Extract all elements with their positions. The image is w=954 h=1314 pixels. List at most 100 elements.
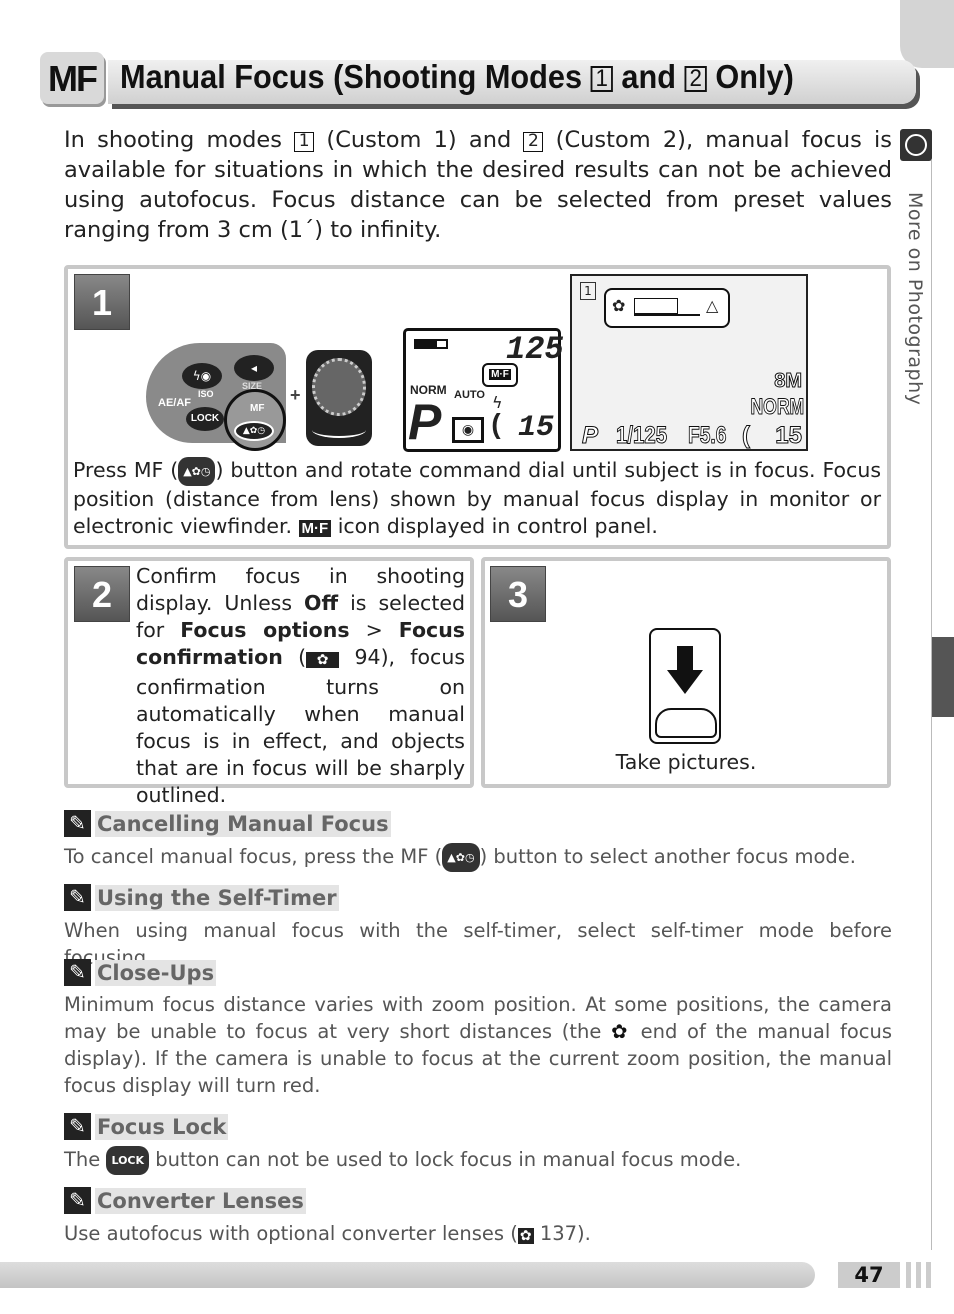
- text: (Custom 1) and: [314, 127, 524, 153]
- shutter: 1/125: [616, 422, 668, 450]
- macro-icon: ✿: [611, 1020, 631, 1043]
- text: ), focus confirmation turns on automatic…: [136, 645, 466, 807]
- mf-icon: M·F: [298, 520, 332, 537]
- text: Off: [304, 591, 339, 615]
- flash-button-icon: ϟ◉: [182, 363, 222, 389]
- text: (: [282, 645, 307, 669]
- pencil-icon: ✎: [64, 1113, 91, 1140]
- footer-stripe: [906, 1262, 911, 1288]
- text: button can not be used to lock focus in …: [149, 1148, 742, 1171]
- section-label: More on Photography: [904, 192, 926, 406]
- note-title: Using the Self-Timer: [95, 884, 339, 911]
- text: ) button to select another focus mode.: [479, 845, 856, 868]
- page-number: 47: [838, 1262, 900, 1288]
- frames-readout: 15: [518, 411, 555, 445]
- note-body: Minimum focus distance varies with zoom …: [64, 991, 892, 1099]
- macro-icon: ✿: [612, 296, 626, 315]
- note-title: Focus Lock: [95, 1113, 229, 1140]
- mountain-icon: △: [706, 296, 719, 315]
- section-circle-icon: [900, 129, 932, 161]
- flash-icon: ϟ: [492, 393, 503, 412]
- image-size: 8M: [774, 370, 803, 393]
- note-body: To cancel manual focus, press the MF (▲✿…: [64, 843, 892, 872]
- command-dial-icon: [306, 350, 372, 446]
- pencil-icon: ✎: [64, 1187, 91, 1214]
- battery-icon: [414, 339, 448, 349]
- note-self-timer: ✎ Using the Self-Timer: [64, 884, 339, 911]
- text: Focus options: [180, 618, 350, 642]
- pencil-icon: ✎: [64, 810, 91, 837]
- title-text: and: [612, 58, 685, 95]
- text: Press MF (: [73, 458, 179, 482]
- lock-button-icon: LOCK: [106, 1146, 150, 1175]
- mode-1-icon: 1: [294, 132, 315, 152]
- page-ref-icon: ✿: [306, 652, 340, 668]
- footer-stripe: [916, 1262, 921, 1288]
- mode-1-icon: 1: [590, 66, 613, 93]
- top-tab: [900, 0, 954, 68]
- text: icon displayed in control panel.: [331, 514, 658, 538]
- note-close-ups: ✎ Close-Ups: [64, 959, 217, 986]
- page-ref: 137: [539, 1222, 578, 1245]
- frames: 15: [775, 422, 803, 450]
- text: >: [349, 618, 399, 642]
- step-number: 1: [74, 274, 130, 330]
- note-cancelling: ✎ Cancelling Manual Focus: [64, 810, 391, 837]
- note-converter-lenses: ✎ Converter Lenses: [64, 1187, 306, 1214]
- text: Use autofocus with optional converter le…: [64, 1222, 518, 1245]
- note-body: Use autofocus with optional converter le…: [64, 1220, 892, 1250]
- note-title: Converter Lenses: [95, 1187, 306, 1214]
- control-panel-illustration: 125 M·F NORM AUTO ϟ P ◉ ( 15: [403, 328, 564, 452]
- step-3-text: Take pictures.: [615, 750, 757, 774]
- intro-paragraph: In shooting modes 1 (Custom 1) and 2 (Cu…: [64, 125, 892, 245]
- pencil-icon: ✎: [64, 959, 91, 986]
- footer-bar: [0, 1262, 815, 1288]
- monitor-illustration: 1 ✿ △ 8M NORM P 1/125 F5.6 ( 15: [570, 274, 808, 451]
- page-ref: 94: [354, 645, 381, 669]
- step-number: 2: [74, 566, 130, 622]
- text: In shooting modes: [64, 127, 295, 153]
- shutter-press-icon: [649, 628, 721, 744]
- mode-readout: P: [408, 394, 442, 450]
- aperture: F5.6: [688, 422, 727, 450]
- manual-focus-display: ✿ △: [604, 288, 730, 328]
- title-text: Manual Focus (Shooting Modes: [120, 58, 591, 95]
- label: ISO: [198, 389, 214, 399]
- image-quality: NORM: [750, 394, 805, 420]
- text: ).: [577, 1222, 591, 1245]
- page-title: Manual Focus (Shooting Modes 1 and 2 Onl…: [120, 58, 794, 96]
- flash-auto-label: AUTO: [454, 389, 485, 401]
- mode-icon: 1: [580, 282, 596, 300]
- text: To cancel manual focus, press the MF (: [64, 845, 443, 868]
- text: The: [64, 1148, 107, 1171]
- plus-sign: +: [290, 385, 301, 405]
- camera-buttons-illustration: ϟ◉ ◂ AE/AF ISO SIZE LOCK MF ▲✿◷: [146, 343, 286, 451]
- delete-button-icon: ◂: [234, 355, 274, 381]
- step-1-text: Press MF (▲✿◷) button and rotate command…: [73, 457, 881, 540]
- mode-2-icon: 2: [684, 66, 707, 93]
- shutter-readout: 125: [506, 331, 564, 368]
- note-title: Cancelling Manual Focus: [95, 810, 391, 837]
- note-focus-lock: ✎ Focus Lock: [64, 1113, 229, 1140]
- step-number: 3: [490, 566, 546, 622]
- label: MF: [250, 403, 265, 414]
- note-body: The LOCK button can not be used to lock …: [64, 1146, 892, 1175]
- mf-button-icon: ▲✿◷: [442, 843, 480, 872]
- section-tab: [932, 637, 954, 717]
- title-text: Only): [706, 58, 794, 95]
- mf-button-icon: ▲✿◷: [234, 421, 274, 441]
- step-2-text: Confirm focus in shooting display. Unles…: [136, 563, 465, 809]
- note-title: Close-Ups: [95, 959, 217, 986]
- footer-stripe: [926, 1262, 931, 1288]
- mode-2-icon: 2: [523, 132, 544, 152]
- page-ref-icon: ✿: [517, 1228, 534, 1244]
- mf-button-icon: ▲✿◷: [178, 457, 216, 486]
- mf-icon: M·F: [489, 369, 511, 380]
- mode: P: [581, 422, 599, 450]
- lock-button: LOCK: [186, 407, 224, 431]
- mf-badge: MF: [40, 52, 104, 104]
- pencil-icon: ✎: [64, 884, 91, 911]
- mf-indicator: M·F: [482, 363, 518, 387]
- label: AE/AF: [158, 397, 191, 409]
- metering-icon: ◉: [452, 417, 484, 443]
